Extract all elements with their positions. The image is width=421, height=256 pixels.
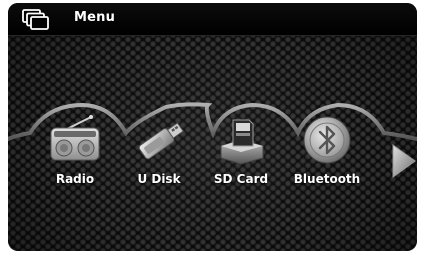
menu-item-label: Bluetooth — [293, 172, 361, 186]
windows-icon[interactable] — [22, 9, 50, 31]
menu-item-label: SD Card — [213, 172, 269, 186]
menu-item-label: U Disk — [137, 172, 181, 186]
menu-item-bluetooth[interactable]: Bluetooth — [284, 110, 370, 192]
sd-card-icon — [220, 119, 264, 165]
menu-item-u-disk[interactable]: U Disk — [116, 110, 202, 192]
usb-drive-icon — [138, 122, 184, 160]
menu-item-sd-card[interactable]: SD Card — [198, 110, 284, 192]
menu-item-radio[interactable]: Radio — [32, 110, 118, 192]
page-title: Menu — [74, 10, 116, 25]
bluetooth-icon — [303, 116, 351, 164]
menu-item-label: Radio — [55, 172, 95, 186]
next-arrow-icon[interactable] — [389, 141, 417, 181]
menu-screen: Menu Radio U Disk SD Card Bluetooth — [8, 3, 417, 251]
radio-icon — [50, 115, 100, 161]
title-bar: Menu — [8, 3, 417, 36]
